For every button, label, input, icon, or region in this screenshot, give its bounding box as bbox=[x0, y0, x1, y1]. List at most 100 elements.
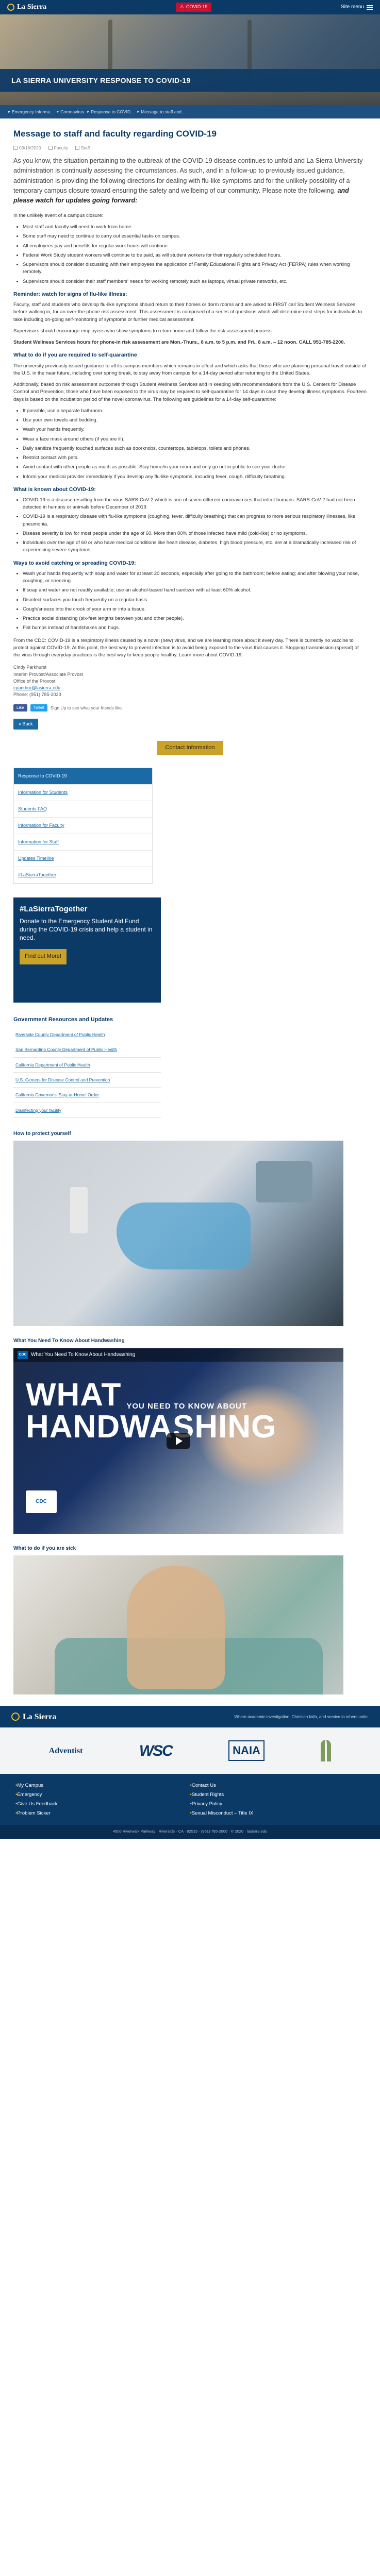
back-button[interactable]: « Back bbox=[13, 718, 38, 730]
signature-email-link[interactable]: cparkhur@lasierra.edu bbox=[13, 685, 60, 690]
contact-section: Contact Information bbox=[13, 740, 367, 755]
quarantine-heading: What to do if you are required to self-q… bbox=[13, 352, 137, 359]
resource-link[interactable]: California Department of Public Health bbox=[13, 1058, 161, 1073]
video-if-sick[interactable] bbox=[13, 1555, 343, 1695]
covid-alert-label: COVID-19 bbox=[186, 4, 208, 10]
tag-icon bbox=[75, 145, 79, 150]
hero-title-band: La Sierra University Response to COVID-1… bbox=[0, 69, 380, 92]
breadcrumb-current: Message to staff and... bbox=[141, 109, 186, 114]
breadcrumb-item[interactable]: Response to COVID... bbox=[87, 109, 134, 115]
list-item: Wear a face mask around others (if you a… bbox=[23, 436, 367, 443]
footer-logo-text: La Sierra bbox=[23, 1712, 57, 1721]
naia-logo-icon[interactable]: NAIA bbox=[228, 1740, 265, 1761]
list-item: Cough/sneeze into the crook of your arm … bbox=[23, 606, 367, 613]
covid-alert-link[interactable]: ⚠ COVID-19 bbox=[175, 3, 212, 12]
top-bar: La Sierra ⚠ COVID-19 Site menu bbox=[0, 0, 380, 14]
tag-icon bbox=[48, 145, 53, 150]
known-list: COVID-19 is a disease resulting from the… bbox=[23, 497, 367, 554]
resources-heading: Government Resources and Updates bbox=[13, 1016, 113, 1023]
breadcrumb-item[interactable]: Coronavirus bbox=[57, 109, 84, 115]
video-1-title: How to protect yourself bbox=[13, 1130, 71, 1137]
list-item: If possible, use a separate bathroom. bbox=[23, 408, 367, 415]
tweet-button[interactable]: Tweet bbox=[30, 704, 48, 711]
footer-link[interactable]: My Campus bbox=[15, 1782, 190, 1789]
main-content: Message to staff and faculty regarding C… bbox=[0, 118, 380, 1695]
section-nav-item-together[interactable]: #LaSierraTogether bbox=[14, 867, 152, 884]
resource-link[interactable]: California Governor's 'Stay-at-Home' Ord… bbox=[13, 1088, 161, 1103]
logo-mark-icon bbox=[11, 1713, 20, 1721]
video-thumbnail-decoration bbox=[70, 1187, 88, 1234]
resource-link[interactable]: Disinfecting your facility bbox=[13, 1103, 161, 1118]
video-title-overlay: WHAT YOU NEED TO KNOW ABOUT HANDWASHING bbox=[26, 1379, 276, 1443]
site-logo[interactable]: La Sierra bbox=[7, 2, 46, 12]
section-nav-item-students[interactable]: Information for Students bbox=[14, 785, 152, 801]
list-item: Practice social distancing (six-feet len… bbox=[23, 615, 367, 622]
breadcrumb-item: Message to staff and... bbox=[137, 109, 185, 115]
resource-link[interactable]: Riverside County Department of Public He… bbox=[13, 1027, 161, 1043]
list-item: Some staff may need to continue to carry… bbox=[23, 233, 367, 240]
footer-link[interactable]: Student Rights bbox=[190, 1791, 365, 1799]
resources-section: Government Resources and Updates Riversi… bbox=[13, 1016, 161, 1118]
section-nav: Response to COVID-19 Information for Stu… bbox=[13, 767, 153, 884]
breadcrumb-link[interactable]: Emergency Informa... bbox=[12, 109, 54, 115]
site-footer: La Sierra Where academic investigation, … bbox=[0, 1706, 380, 1839]
list-item: Supervisors should consider their staff … bbox=[23, 278, 367, 285]
list-item: Disinfect surfaces you touch frequently … bbox=[23, 597, 367, 604]
breadcrumb-link[interactable]: Response to COVID... bbox=[91, 109, 134, 115]
video-handwashing[interactable]: CDC What You Need To Know About Handwash… bbox=[13, 1348, 343, 1534]
symptoms-paragraph: Faculty, staff and students who develop … bbox=[13, 302, 362, 323]
cdc-paragraph: From the CDC: COVID-19 is a respiratory … bbox=[13, 637, 359, 658]
section-nav-item-students-faq[interactable]: Students FAQ bbox=[14, 801, 152, 818]
play-icon[interactable] bbox=[167, 1432, 190, 1449]
post-tag-text: Staff bbox=[80, 145, 90, 150]
footer-link[interactable]: Contact Us bbox=[190, 1782, 365, 1789]
list-item: Wash your hands frequently with soap and… bbox=[23, 570, 367, 585]
post-tag[interactable]: Faculty bbox=[48, 145, 68, 151]
list-item: COVID-19 is a disease resulting from the… bbox=[23, 497, 367, 512]
section-nav-item-staff[interactable]: Information for Staff bbox=[14, 834, 152, 851]
footer-link[interactable]: Problem Sicker bbox=[15, 1810, 190, 1817]
breadcrumb-item[interactable]: Emergency Informa... bbox=[8, 109, 54, 115]
wsc-logo-icon[interactable]: WSC bbox=[139, 1740, 173, 1762]
calendar-icon bbox=[13, 145, 18, 150]
site-menu-button[interactable]: Site menu bbox=[341, 4, 373, 11]
breadcrumb: Emergency Informa... Coronavirus Respons… bbox=[0, 105, 380, 118]
signature-block: Cindy Parkhurst Interim Provost/Associat… bbox=[13, 664, 367, 698]
list-item: Wash your hands frequently. bbox=[23, 426, 367, 433]
video-protect-yourself[interactable] bbox=[13, 1141, 343, 1327]
footer-logo[interactable]: La Sierra bbox=[11, 1711, 56, 1723]
list-item: Individuals over the age of 60 or who ha… bbox=[23, 539, 367, 554]
list-item: Avoid contact with other people as much … bbox=[23, 464, 367, 471]
section-nav-item-timeline[interactable]: Updates Timeline bbox=[14, 851, 152, 867]
hamburger-icon bbox=[367, 5, 373, 10]
signature-office: Office of the Provost bbox=[13, 678, 56, 684]
cdc-badge-icon: CDC bbox=[26, 1490, 57, 1513]
list-item: Daily sanitize frequently touched surfac… bbox=[23, 445, 367, 452]
list-item: Fist bumps instead of handshakes and hug… bbox=[23, 624, 367, 632]
resource-link[interactable]: San Bernardino County Department of Publ… bbox=[13, 1042, 161, 1058]
logo-mark-icon bbox=[7, 3, 14, 11]
site-logo-text: La Sierra bbox=[17, 3, 47, 11]
video-thumbnail-decoration bbox=[256, 1161, 312, 1203]
section-nav-item-response[interactable]: Response to COVID-19 bbox=[14, 768, 152, 785]
resource-link[interactable]: U.S. Centers for Disease Control and Pre… bbox=[13, 1073, 161, 1088]
video-header-title: What You Need To Know About Handwashing bbox=[31, 1351, 136, 1358]
footer-links: My Campus Contact Us Emergency Student R… bbox=[0, 1774, 380, 1825]
section-nav-item-faculty[interactable]: Information for Faculty bbox=[14, 818, 152, 834]
footer-link[interactable]: Emergency bbox=[15, 1791, 190, 1799]
donation-promo: #LaSierraTogether Donate to the Emergenc… bbox=[13, 897, 161, 1003]
footer-tagline: Where academic investigation, Christian … bbox=[234, 1714, 369, 1719]
breadcrumb-link[interactable]: Coronavirus bbox=[60, 109, 84, 115]
hero-title: La Sierra University Response to COVID-1… bbox=[11, 76, 191, 84]
lead-text: As you know, the situation pertaining to… bbox=[13, 157, 363, 195]
adventist-logo-icon[interactable]: Adventist bbox=[49, 1745, 83, 1757]
contact-information-button[interactable]: Contact Information bbox=[157, 740, 223, 755]
footer-link[interactable]: Sexual Misconduct – Title IX bbox=[190, 1810, 365, 1817]
footer-link[interactable]: Give Us Feedback bbox=[15, 1801, 190, 1808]
awareness-ribbon-icon bbox=[321, 1740, 332, 1762]
post-tag[interactable]: Staff bbox=[75, 145, 90, 151]
find-out-more-button[interactable]: Find out More! bbox=[20, 949, 67, 965]
facebook-like-button[interactable]: Like bbox=[13, 704, 27, 711]
hours-paragraph: Student Wellness Services hours for phon… bbox=[13, 340, 345, 346]
footer-link[interactable]: Privacy Policy bbox=[190, 1801, 365, 1808]
